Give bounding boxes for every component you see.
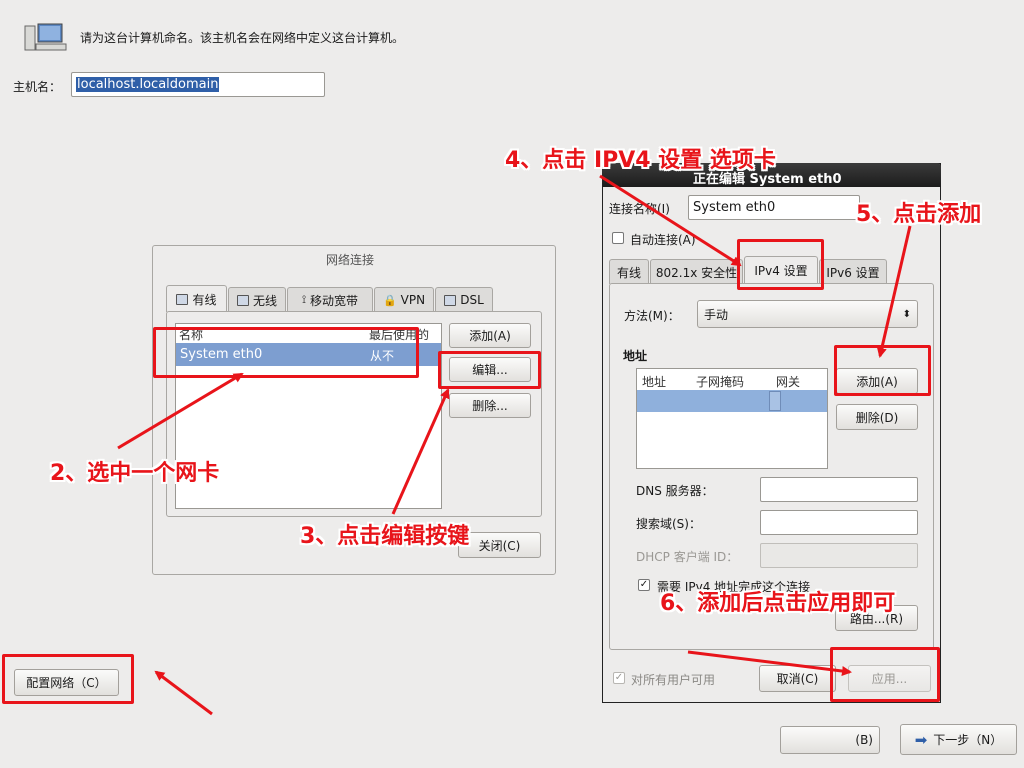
annotation-step-4: 4、点击 IPV4 设置 选项卡 (505, 148, 776, 173)
annotation-step-5: 5、点击添加 (856, 202, 982, 227)
annotation-arrows (117, 174, 912, 716)
annotation-step-6: 6、添加后点击应用即可 (660, 591, 896, 616)
annotation-step-2: 2、选中一个网卡 (50, 461, 220, 486)
annotation-step-3: 3、点击编辑按键 (300, 524, 470, 549)
